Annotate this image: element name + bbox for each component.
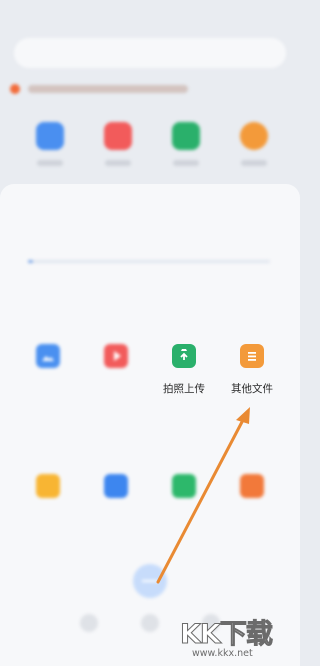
watermark-url: www.kkx.net — [192, 648, 253, 659]
watermark: KK下载 www.kkx.net — [180, 612, 298, 664]
watermark-title: KK下载 — [180, 619, 274, 651]
annotation-arrow — [156, 407, 250, 584]
